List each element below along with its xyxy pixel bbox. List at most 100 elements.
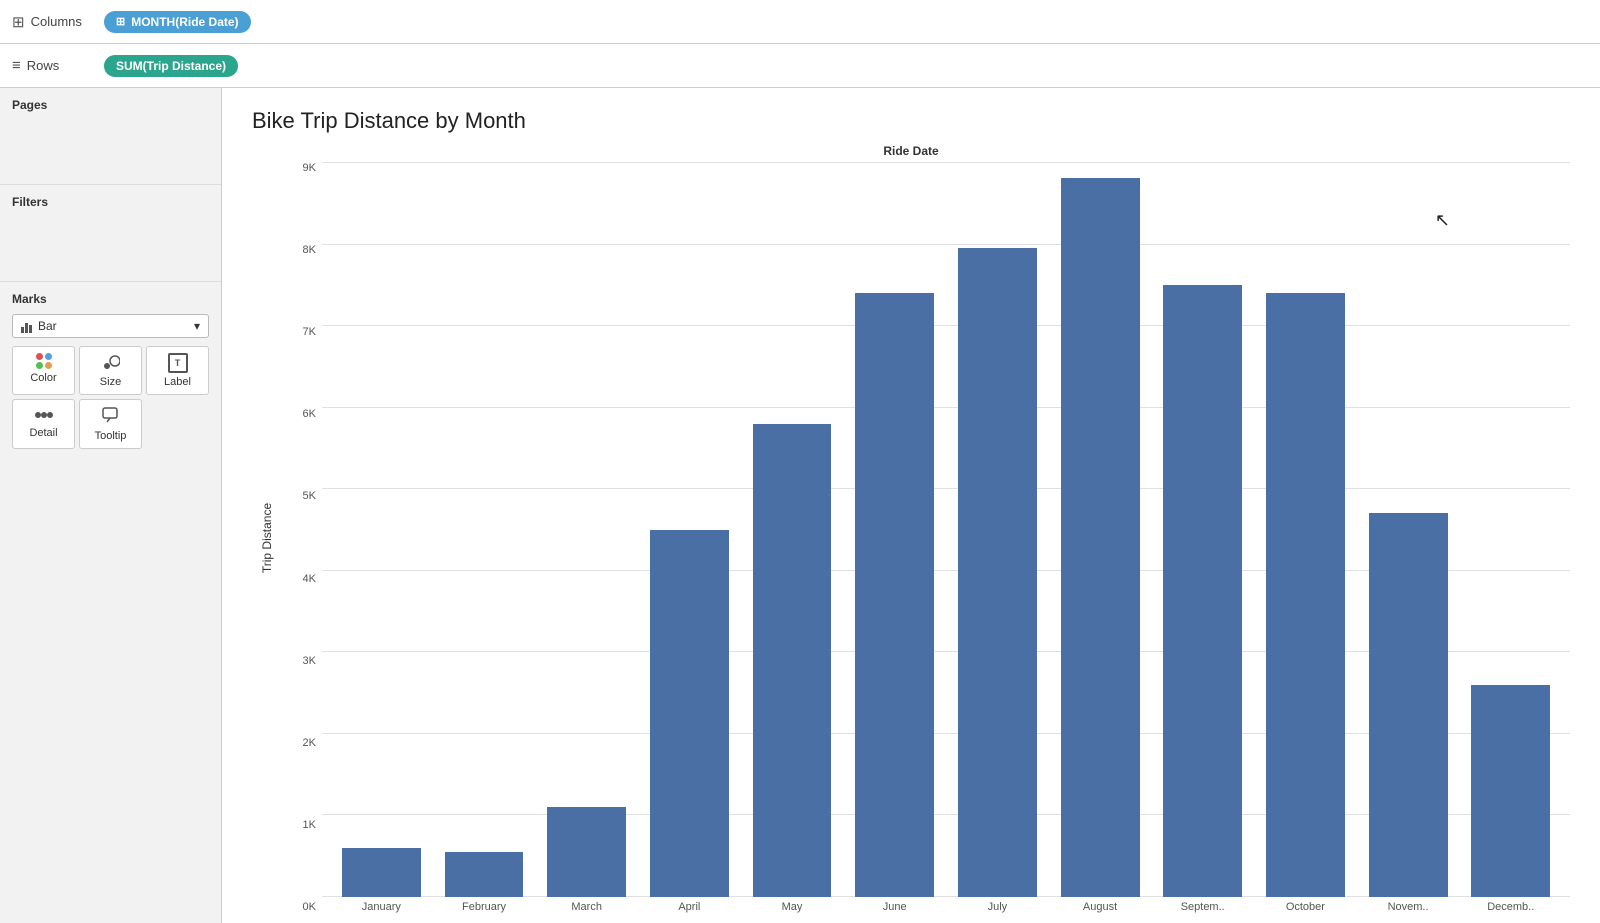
bars-area: ↖ January FebruaryMarch April MayJune July Au… (322, 162, 1570, 913)
columns-pill[interactable]: ⊞ MONTH(Ride Date) (104, 11, 251, 33)
y-tick: 8K (303, 244, 316, 256)
sidebar: Pages Filters Marks Bar ▾ (0, 88, 222, 923)
bar[interactable] (958, 248, 1037, 897)
chart-title: Bike Trip Distance by Month (252, 108, 1570, 134)
marks-label-button[interactable]: T Label (146, 346, 209, 395)
rows-shelf: ≡ Rows SUM(Trip Distance) (0, 44, 1600, 88)
columns-shelf: ⊞ Columns ⊞ MONTH(Ride Date) (0, 0, 1600, 44)
x-tick: October (1256, 901, 1355, 913)
marks-tooltip-button[interactable]: Tooltip (79, 399, 142, 449)
rows-pill-label: SUM(Trip Distance) (116, 59, 226, 73)
x-tick: Septem.. (1153, 901, 1252, 913)
rows-icon: ≡ (12, 57, 21, 74)
ride-date-label: Ride Date (252, 144, 1570, 158)
x-axis: January FebruaryMarch April MayJune July Augu… (322, 897, 1570, 913)
rows-label: ≡ Rows (12, 57, 92, 74)
size-icon (101, 353, 121, 373)
x-tick: March (537, 901, 636, 913)
marks-section: Marks Bar ▾ (0, 282, 221, 459)
pages-section: Pages (0, 88, 221, 185)
dropdown-chevron-icon: ▾ (194, 319, 200, 333)
marks-buttons-grid: Color Size T (12, 346, 209, 449)
marks-color-button[interactable]: Color (12, 346, 75, 395)
tooltip-label: Tooltip (95, 430, 127, 442)
y-tick: 6K (303, 408, 316, 420)
bar[interactable] (547, 807, 626, 897)
y-tick: 3K (303, 655, 316, 667)
color-label: Color (30, 372, 56, 384)
y-tick: 7K (303, 326, 316, 338)
bar[interactable] (650, 530, 729, 898)
calendar-icon: ⊞ (116, 15, 125, 28)
bar-col[interactable] (537, 162, 636, 897)
marks-detail-button[interactable]: Detail (12, 399, 75, 449)
bars-wrapper: ↖ (322, 162, 1570, 897)
bars-row (322, 162, 1570, 897)
y-tick: 5K (303, 490, 316, 502)
bar-col[interactable] (640, 162, 739, 897)
columns-icon: ⊞ (12, 13, 25, 31)
bar[interactable] (445, 852, 524, 897)
filters-content (12, 215, 209, 275)
chart-inner: Trip Distance 9K 8K 7K 6K 5K 4K 3K 2K 1K 0K ↖ (252, 162, 1570, 913)
marks-type-label: Bar (38, 319, 57, 333)
bar-col[interactable] (743, 162, 842, 897)
x-tick: May (743, 901, 842, 913)
x-tick: June (845, 901, 944, 913)
y-axis-label-container: Trip Distance (252, 162, 282, 913)
detail-label: Detail (29, 427, 57, 439)
marks-type-dropdown[interactable]: Bar ▾ (12, 314, 209, 338)
pages-content (12, 118, 209, 178)
bar[interactable] (753, 424, 832, 897)
bar-col[interactable] (948, 162, 1047, 897)
bar-col[interactable] (332, 162, 431, 897)
y-axis-label: Trip Distance (260, 502, 274, 572)
columns-text: Columns (31, 14, 82, 29)
bar-col[interactable] (1153, 162, 1252, 897)
bar-col[interactable] (1256, 162, 1355, 897)
color-icon (36, 353, 52, 369)
x-tick: January (332, 901, 431, 913)
main-layout: Pages Filters Marks Bar ▾ (0, 88, 1600, 923)
size-label: Size (100, 376, 121, 388)
y-tick: 2K (303, 737, 316, 749)
bar[interactable] (1266, 293, 1345, 897)
y-tick: 4K (303, 573, 316, 585)
filters-section: Filters (0, 185, 221, 282)
filters-title: Filters (12, 195, 209, 209)
bar[interactable] (1471, 685, 1550, 897)
chart-container: Ride Date Trip Distance 9K 8K 7K 6K 5K 4K 3K 2K… (252, 144, 1570, 913)
marks-size-button[interactable]: Size (79, 346, 142, 395)
bar[interactable] (1369, 513, 1448, 897)
x-tick: February (435, 901, 534, 913)
bar-col[interactable] (1461, 162, 1560, 897)
bar-col[interactable] (1359, 162, 1458, 897)
x-tick: Decemb.. (1461, 901, 1560, 913)
bar-col[interactable] (435, 162, 534, 897)
bar-col[interactable] (1051, 162, 1150, 897)
bar[interactable] (1163, 285, 1242, 897)
y-tick: 1K (303, 819, 316, 831)
y-tick: 9K (303, 162, 316, 174)
label-icon: T (168, 353, 188, 373)
bar[interactable] (1061, 178, 1140, 897)
marks-title: Marks (12, 292, 209, 306)
y-axis: 9K 8K 7K 6K 5K 4K 3K 2K 1K 0K (282, 162, 322, 913)
x-tick: July (948, 901, 1047, 913)
rows-text: Rows (27, 58, 60, 73)
bar[interactable] (855, 293, 934, 897)
detail-icon (34, 406, 54, 424)
rows-pill[interactable]: SUM(Trip Distance) (104, 55, 238, 77)
columns-pill-label: MONTH(Ride Date) (131, 15, 238, 29)
bar[interactable] (342, 848, 421, 897)
y-tick: 0K (303, 901, 316, 913)
columns-label: ⊞ Columns (12, 13, 92, 31)
tooltip-icon (101, 406, 121, 427)
label-label: Label (164, 376, 191, 388)
chart-area: Bike Trip Distance by Month Ride Date Tr… (222, 88, 1600, 923)
bar-chart-icon (21, 319, 32, 333)
x-tick: August (1051, 901, 1150, 913)
pages-title: Pages (12, 98, 209, 112)
bar-col[interactable] (845, 162, 944, 897)
x-tick: April (640, 901, 739, 913)
